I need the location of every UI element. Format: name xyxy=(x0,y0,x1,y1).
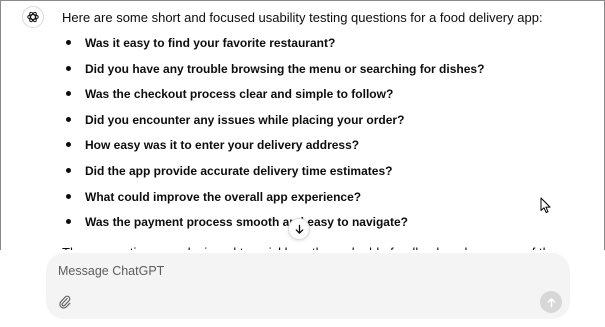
assistant-intro-text: Here are some short and focused usabilit… xyxy=(62,10,543,25)
list-item: Did you encounter any issues while placi… xyxy=(62,112,562,138)
arrow-down-icon xyxy=(295,224,303,234)
list-item: Did you have any trouble browsing the me… xyxy=(62,61,562,87)
list-item: Did the app provide accurate delivery ti… xyxy=(62,163,562,189)
paperclip-icon xyxy=(59,295,71,309)
scroll-to-bottom-button[interactable] xyxy=(288,218,310,240)
assistant-avatar xyxy=(22,6,44,28)
arrow-up-icon xyxy=(547,297,555,307)
chatgpt-logo-icon xyxy=(27,11,39,23)
mouse-cursor-icon xyxy=(540,197,551,213)
list-item: How easy was it to enter your delivery a… xyxy=(62,137,562,163)
list-item: What could improve the overall app exper… xyxy=(62,189,562,215)
message-input[interactable] xyxy=(58,262,498,280)
attach-file-button[interactable] xyxy=(56,293,74,311)
question-list: Was it easy to find your favorite restau… xyxy=(62,35,562,240)
list-item: Was it easy to find your favorite restau… xyxy=(62,35,562,61)
message-composer xyxy=(46,253,570,319)
list-item: Was the checkout process clear and simpl… xyxy=(62,86,562,112)
list-item: Was the payment process smooth and easy … xyxy=(62,214,562,240)
send-button[interactable] xyxy=(540,291,562,313)
